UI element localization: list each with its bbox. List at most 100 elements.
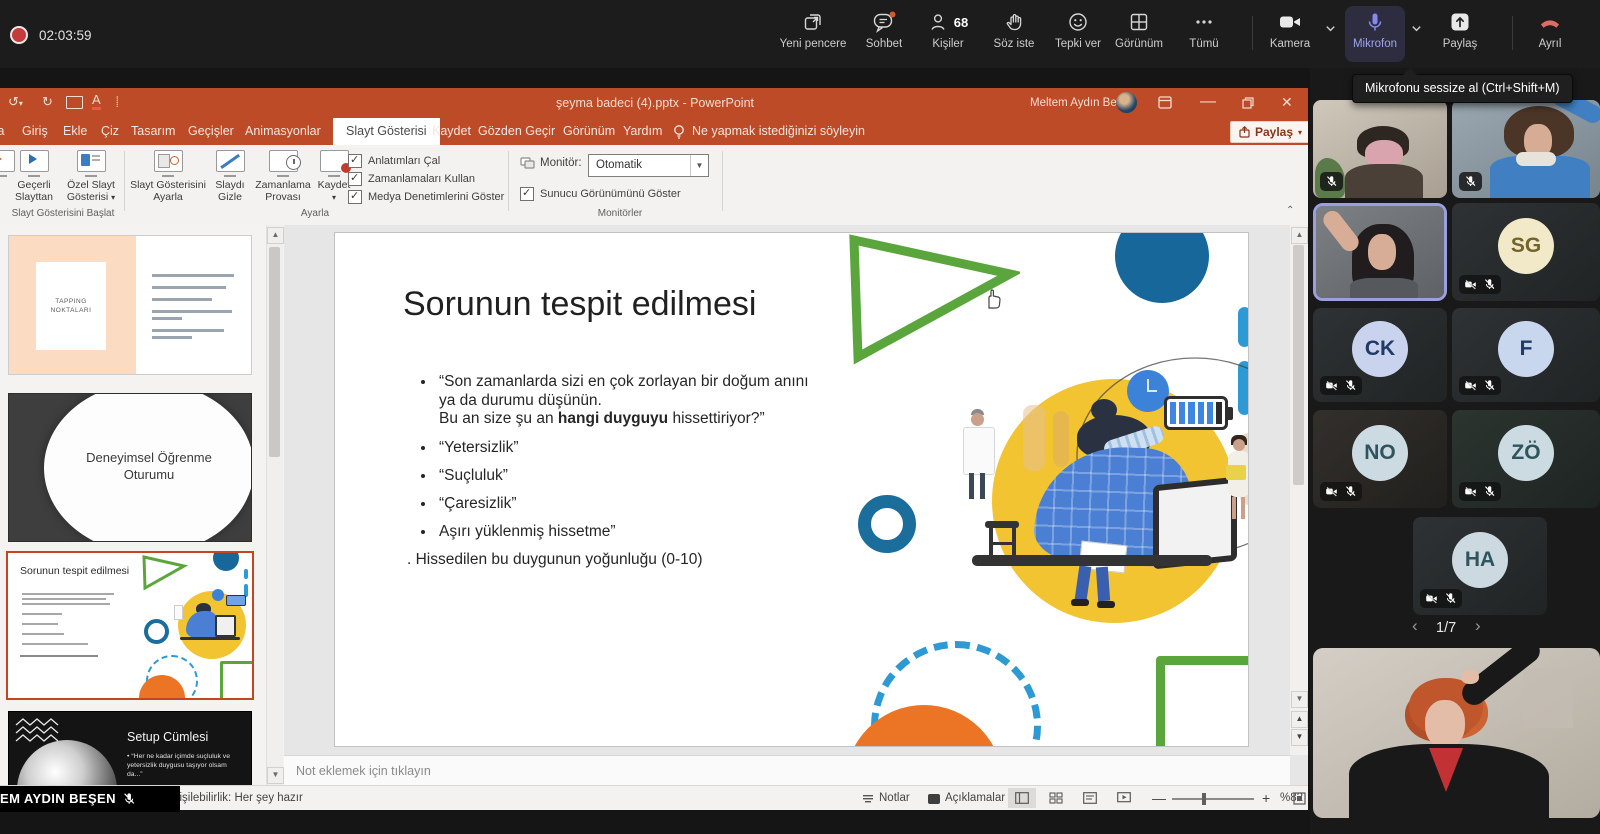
mic-button[interactable]: Mikrofon xyxy=(1337,11,1413,50)
tab-dosya[interactable]: Dosya xyxy=(0,118,4,145)
zoom-out-button[interactable]: — xyxy=(1152,786,1166,810)
checkbox-show-media[interactable]: Medya Denetimlerini Göster xyxy=(348,190,504,204)
scroll-up-icon[interactable]: ▲ xyxy=(1291,227,1308,244)
rehearse-timings-button[interactable]: ZamanlamaProvası xyxy=(252,150,314,203)
thumb-scroll-thumb[interactable] xyxy=(269,247,280,457)
qat-more-icon[interactable]: ⸽ xyxy=(116,94,119,108)
slideshow-quick-icon[interactable] xyxy=(66,96,83,109)
share-icon xyxy=(1449,11,1471,33)
dropdown-arrow-icon[interactable]: ▼ xyxy=(690,155,708,176)
smiley-icon xyxy=(1067,11,1089,33)
view-slideshow-button[interactable] xyxy=(1110,788,1138,808)
leave-button[interactable]: Ayrıl xyxy=(1512,11,1588,50)
participant-initial-tile[interactable]: SG xyxy=(1452,203,1600,301)
participants-prev-page-icon[interactable]: ‹ xyxy=(1412,619,1418,633)
participant-initial-tile[interactable]: ZÖ xyxy=(1452,410,1600,508)
tab-ekle[interactable]: Ekle xyxy=(63,118,87,145)
custom-show-button[interactable]: Özel SlaytGösterisi ▾ xyxy=(62,150,120,204)
ribbon-share-button[interactable]: Paylaş ▾ xyxy=(1230,121,1308,143)
share-button[interactable]: Paylaş xyxy=(1422,11,1498,50)
more-button[interactable]: Tümü xyxy=(1166,11,1242,50)
thumbnail-scrollbar[interactable]: ▲ ▼ xyxy=(266,225,283,785)
thumb4-sphere xyxy=(17,740,117,785)
thumbnail-slide-2[interactable]: Deneyimsel Öğrenme Oturumu xyxy=(8,393,252,542)
thumbnail-slide-4[interactable]: Setup Cümlesi •“Her ne kadar içimde suçl… xyxy=(8,711,252,785)
next-slide-button[interactable]: ▼ xyxy=(1291,729,1308,746)
tab-ciz[interactable]: Çiz xyxy=(101,118,119,145)
people-button[interactable]: 68 Kişiler xyxy=(910,11,986,50)
ppt-body: TAPPING NOKTALARI xyxy=(0,225,1308,785)
slide-closing-line: . Hissedilen bu duygunun yoğunluğu (0-10… xyxy=(407,551,703,569)
participant-initial-tile[interactable]: HA xyxy=(1413,517,1547,615)
close-button[interactable]: ✕ xyxy=(1281,88,1293,116)
new-window-button[interactable]: Yeni pencere xyxy=(775,11,851,50)
thumbnail-slide-1[interactable]: TAPPING NOKTALARI xyxy=(8,235,252,375)
checkbox-presenter-view[interactable]: Sunucu Görünümünü Göster xyxy=(520,187,681,201)
ppt-statusbar: Erişilebilirlik: Her şey hazır Notlar Aç… xyxy=(0,785,1308,810)
participants-next-page-icon[interactable]: › xyxy=(1475,619,1481,633)
view-sorter-button[interactable] xyxy=(1042,788,1070,808)
active-speaker-video-tile[interactable] xyxy=(1313,203,1447,301)
from-current-slide-button[interactable]: GeçerliSlayttan xyxy=(8,150,60,203)
tab-animasyonlar[interactable]: Animasyonlar xyxy=(245,118,321,145)
tab-gozden-gecir[interactable]: Gözden Geçir xyxy=(478,118,555,145)
tab-giris[interactable]: Giriş xyxy=(22,118,48,145)
collapse-ribbon-icon[interactable]: ⌃ xyxy=(1286,205,1294,216)
scroll-down-icon[interactable]: ▼ xyxy=(1291,691,1308,708)
restore-button[interactable] xyxy=(1242,97,1254,109)
monitor-dropdown[interactable]: Otomatik ▼ xyxy=(588,154,709,177)
people-icon xyxy=(928,11,950,33)
cam-mic-muted-badge xyxy=(1459,482,1501,501)
participant-initial-tile[interactable]: F xyxy=(1452,308,1600,402)
scroll-thumb[interactable] xyxy=(1293,245,1304,485)
participant-initial-tile[interactable]: CK xyxy=(1313,308,1447,402)
thumb-scroll-up-icon[interactable]: ▲ xyxy=(267,227,284,244)
participant-initial-tile[interactable]: NO xyxy=(1313,410,1447,508)
setup-slideshow-button[interactable]: Slayt GösterisiniAyarla xyxy=(130,150,206,203)
font-color-icon[interactable]: A xyxy=(92,93,101,110)
fit-to-window-icon[interactable] xyxy=(1293,792,1306,805)
minimize-button[interactable]: — xyxy=(1200,88,1216,116)
thumbnail-slide-3-selected[interactable]: Sorunun tespit edilmesi xyxy=(6,551,254,700)
hide-slide-button[interactable]: SlaydıGizle xyxy=(208,150,252,203)
redo-icon[interactable]: ↻ xyxy=(42,94,53,110)
comments-toggle[interactable]: Açıklamalar xyxy=(928,786,1005,810)
previous-slide-button[interactable]: ▲ xyxy=(1291,711,1308,728)
hand-cursor-icon xyxy=(980,286,1004,312)
green-square-shape xyxy=(1156,656,1249,747)
tab-kaydet[interactable]: Kaydet xyxy=(432,118,471,145)
notes-toggle[interactable]: Notlar xyxy=(862,786,910,810)
tab-slayt-gosterisi[interactable]: Slayt Gösterisi xyxy=(333,118,440,145)
slide-canvas[interactable]: Sorunun tespit edilmesi “Son zamanlarda … xyxy=(334,232,1249,747)
camera-button[interactable]: Kamera xyxy=(1252,11,1328,50)
participant-video-tile[interactable] xyxy=(1313,100,1447,198)
meeting-toolbar: 02:03:59 Yeni pencere Sohbet 68 Kişiler … xyxy=(0,0,1600,68)
rehearse-timings-icon xyxy=(269,150,298,172)
undo-icon[interactable]: ↺▾ xyxy=(8,94,23,110)
ribbon-display-icon[interactable] xyxy=(1158,96,1172,109)
checkbox-play-narrations[interactable]: Anlatımları Çal xyxy=(348,154,440,168)
tab-gecisler[interactable]: Geçişler xyxy=(188,118,234,145)
checkbox-use-timings[interactable]: Zamanlamaları Kullan xyxy=(348,172,475,186)
thumb-scroll-down-icon[interactable]: ▼ xyxy=(267,767,284,784)
account-avatar[interactable] xyxy=(1116,92,1137,113)
zoom-slider-track[interactable] xyxy=(1172,798,1254,800)
camera-chevron-icon[interactable] xyxy=(1324,22,1337,35)
slide-scrollbar[interactable]: ▲ ▼ ▲ ▼ xyxy=(1290,225,1308,755)
custom-show-icon xyxy=(77,150,106,172)
wall-frame-decor xyxy=(1523,668,1573,728)
tab-gorunum[interactable]: Görünüm xyxy=(563,118,615,145)
view-normal-button[interactable] xyxy=(1008,788,1036,808)
view-reading-button[interactable] xyxy=(1076,788,1104,808)
ribbon-divider xyxy=(124,151,125,211)
monitor-label: Monitör: xyxy=(540,157,582,169)
camera-off-icon xyxy=(1325,379,1338,392)
tab-yardim[interactable]: Yardım xyxy=(623,118,662,145)
notes-bar[interactable]: Not eklemek için tıklayın xyxy=(284,755,1290,786)
tell-me-box[interactable]: Ne yapmak istediğinizi söyleyin xyxy=(692,118,865,145)
zoom-in-button[interactable]: + xyxy=(1262,786,1270,810)
participant-video-tile[interactable] xyxy=(1452,100,1600,198)
zoom-slider-thumb[interactable] xyxy=(1202,793,1206,805)
tab-tasarim[interactable]: Tasarım xyxy=(131,118,175,145)
spotlight-video-tile[interactable] xyxy=(1313,648,1600,818)
